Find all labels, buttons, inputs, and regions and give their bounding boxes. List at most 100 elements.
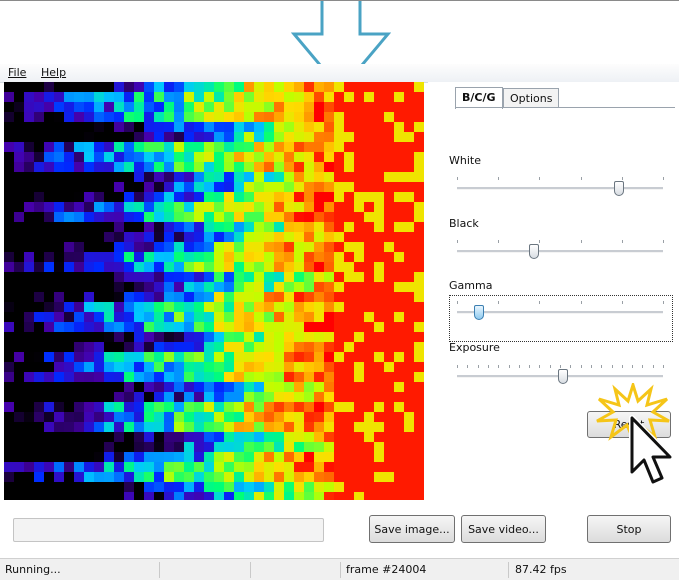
video-pixel [304, 452, 314, 462]
video-pixel [294, 242, 304, 252]
video-pixel [374, 182, 384, 192]
video-pixel [144, 442, 154, 452]
video-pixel [14, 452, 24, 462]
slider-tick [621, 177, 623, 180]
video-pixel [414, 172, 424, 182]
video-pixel [94, 352, 104, 362]
video-pixel [394, 102, 404, 112]
video-pixel [224, 292, 234, 302]
black-slider-thumb[interactable] [529, 244, 540, 259]
video-pixel [14, 272, 24, 282]
video-pixel [334, 122, 344, 132]
video-pixel [334, 172, 344, 182]
video-pixel [244, 122, 254, 132]
video-pixel [24, 222, 34, 232]
video-pixel [54, 452, 64, 462]
video-pixel [254, 322, 264, 332]
video-pixel [144, 482, 154, 492]
video-pixel [414, 372, 424, 382]
video-pixel [144, 412, 154, 422]
video-pixel [184, 422, 194, 432]
video-pixel [54, 142, 64, 152]
video-pixel [224, 472, 234, 482]
video-pixel [324, 382, 334, 392]
video-pixel [74, 132, 84, 142]
video-pixel [84, 112, 94, 122]
gamma-slider[interactable] [455, 300, 665, 324]
video-pixel [114, 482, 124, 492]
menu-file[interactable]: File [8, 66, 26, 79]
video-pixel [34, 162, 44, 172]
video-pixel [324, 222, 334, 232]
video-pixel [224, 342, 234, 352]
video-pixel [194, 122, 204, 132]
video-pixel [384, 432, 394, 442]
black-slider[interactable] [455, 239, 665, 263]
video-pixel [334, 462, 344, 472]
video-pixel [384, 112, 394, 122]
video-pixel [124, 262, 134, 272]
video-pixel [104, 172, 114, 182]
video-pixel [94, 182, 104, 192]
video-pixel [74, 422, 84, 432]
video-pixel [154, 132, 164, 142]
white-slider-thumb[interactable] [613, 181, 624, 196]
save-video-button[interactable]: Save video... [461, 515, 546, 543]
video-pixel [74, 262, 84, 272]
video-pixel [294, 162, 304, 172]
video-pixel [384, 322, 394, 332]
video-pixel [64, 212, 74, 222]
video-pixel [294, 432, 304, 442]
video-pixel [304, 162, 314, 172]
video-pixel [104, 102, 114, 112]
video-pixel [284, 492, 294, 500]
video-pixel [314, 182, 324, 192]
tab-bcg[interactable]: B/C/G [455, 87, 503, 109]
video-pixel [34, 312, 44, 322]
video-pixel [354, 272, 364, 282]
video-pixel [294, 282, 304, 292]
white-slider[interactable] [455, 176, 665, 200]
video-pixel [384, 382, 394, 392]
video-pixel [24, 412, 34, 422]
white-slider-track [457, 187, 663, 190]
tab-options[interactable]: Options [503, 88, 560, 108]
gamma-slider-thumb[interactable] [473, 305, 484, 320]
video-pixel [184, 112, 194, 122]
video-pixel [234, 272, 244, 282]
video-pixel [384, 242, 394, 252]
slider-tick [498, 240, 500, 243]
video-pixel [224, 372, 234, 382]
video-pixel [104, 252, 114, 262]
video-pixel [314, 292, 324, 302]
video-pixel [374, 492, 384, 500]
video-pixel [214, 332, 224, 342]
video-pixel [74, 232, 84, 242]
video-pixel [314, 222, 324, 232]
video-pixel [144, 92, 154, 102]
save-image-button[interactable]: Save image... [369, 515, 455, 543]
video-pixel [234, 362, 244, 372]
video-pixel [364, 392, 374, 402]
video-pixel [264, 242, 274, 252]
video-pixel [164, 222, 174, 232]
video-pixel [244, 82, 254, 92]
stop-button[interactable]: Stop [587, 515, 671, 543]
video-pixel [124, 392, 134, 402]
menu-bar: File Help [0, 64, 679, 83]
video-pixel [274, 102, 284, 112]
video-pixel [14, 142, 24, 152]
video-pixel [184, 462, 194, 472]
exposure-slider-thumb[interactable] [558, 369, 569, 384]
video-pixel [84, 422, 94, 432]
video-pixel [374, 102, 384, 112]
video-pixel [114, 122, 124, 132]
menu-help[interactable]: Help [41, 66, 66, 79]
video-pixel [344, 142, 354, 152]
video-pixel [224, 102, 234, 112]
video-pixel [364, 92, 374, 102]
video-pixel [284, 312, 294, 322]
video-pixel [24, 162, 34, 172]
video-pixel [414, 272, 424, 282]
video-pixel [164, 282, 174, 292]
